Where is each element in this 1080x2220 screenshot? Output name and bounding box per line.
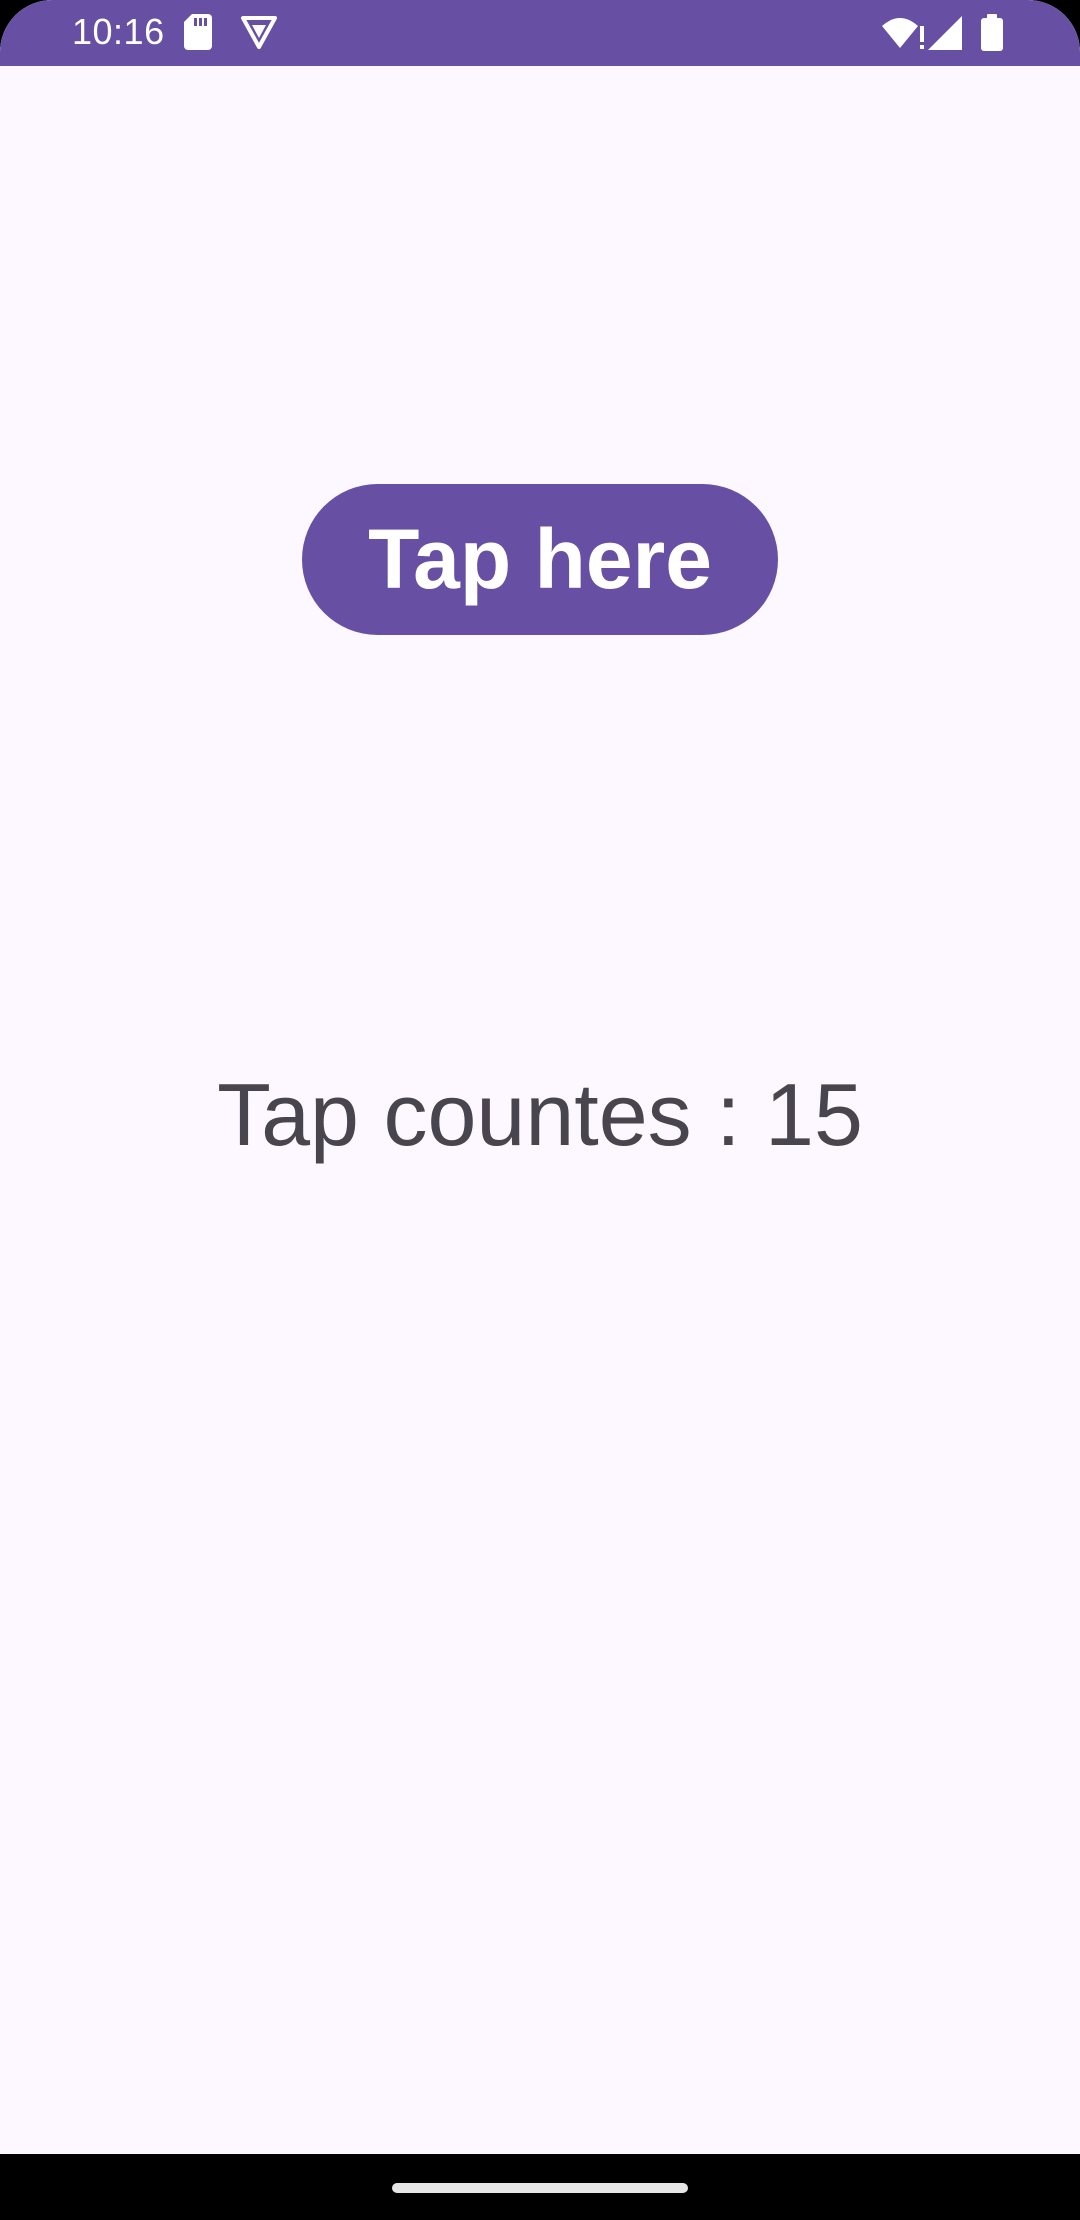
wifi-alert-icon <box>882 18 924 49</box>
tap-here-button[interactable]: Tap here <box>302 484 778 635</box>
tap-count-label: Tap countes : 15 <box>217 1065 863 1164</box>
vpn-icon <box>241 16 277 49</box>
navigation-bar <box>0 2154 1080 2220</box>
status-bar: 10:16 <box>0 0 1080 66</box>
battery-icon <box>981 14 1003 51</box>
home-gesture-handle[interactable] <box>392 2183 688 2193</box>
status-time: 10:16 <box>72 11 165 52</box>
app-screen: 10:16 Tap here Tap countes : 15 <box>0 0 1080 2220</box>
cell-signal-icon <box>928 16 962 50</box>
sd-card-icon <box>184 14 212 50</box>
